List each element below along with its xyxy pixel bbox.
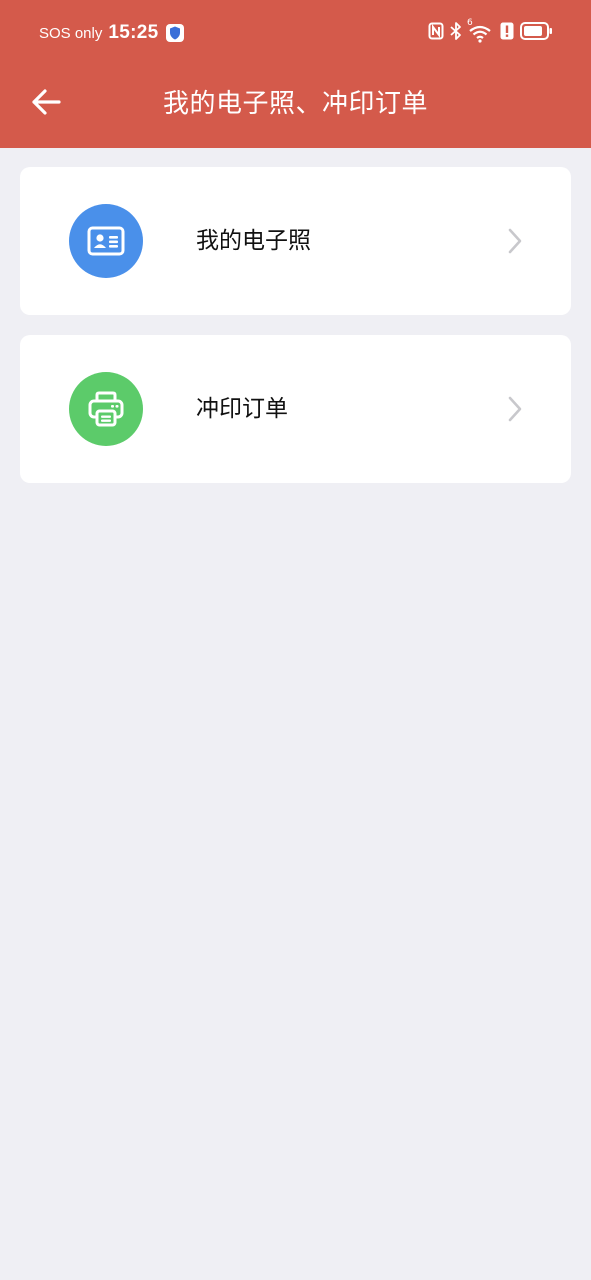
- menu-item-print-orders[interactable]: 冲印订单: [20, 335, 571, 483]
- wifi-badge: 6: [467, 18, 473, 28]
- printer-icon: [88, 391, 124, 427]
- menu-item-label: 冲印订单: [196, 396, 288, 422]
- chevron-right-icon: [505, 227, 525, 255]
- id-card-icon-circle: [69, 204, 143, 278]
- alert-icon: [500, 22, 514, 44]
- wifi-icon: 6: [467, 18, 494, 43]
- app-header: SOS only 15:25 6 我的电子照、冲印订单: [0, 0, 591, 148]
- status-bar-right: 6: [428, 18, 553, 46]
- battery-icon: [520, 22, 553, 44]
- status-time: 15:25: [108, 22, 159, 43]
- status-bar: SOS only 15:25 6: [0, 0, 591, 66]
- chevron-right-icon: [505, 395, 525, 423]
- page-title: 我的电子照、冲印订单: [162, 89, 428, 119]
- network-status: SOS only: [39, 24, 103, 42]
- id-card-icon: [87, 226, 125, 256]
- menu-item-label: 我的电子照: [196, 228, 311, 254]
- nav-bar: 我的电子照、冲印订单: [0, 66, 591, 138]
- bluetooth-icon: [450, 21, 462, 45]
- shield-icon: [166, 24, 185, 42]
- status-bar-left: SOS only 15:25: [39, 20, 185, 46]
- printer-icon-circle: [69, 372, 143, 446]
- nfc-icon: [428, 22, 444, 44]
- menu-item-e-photos[interactable]: 我的电子照: [20, 167, 571, 315]
